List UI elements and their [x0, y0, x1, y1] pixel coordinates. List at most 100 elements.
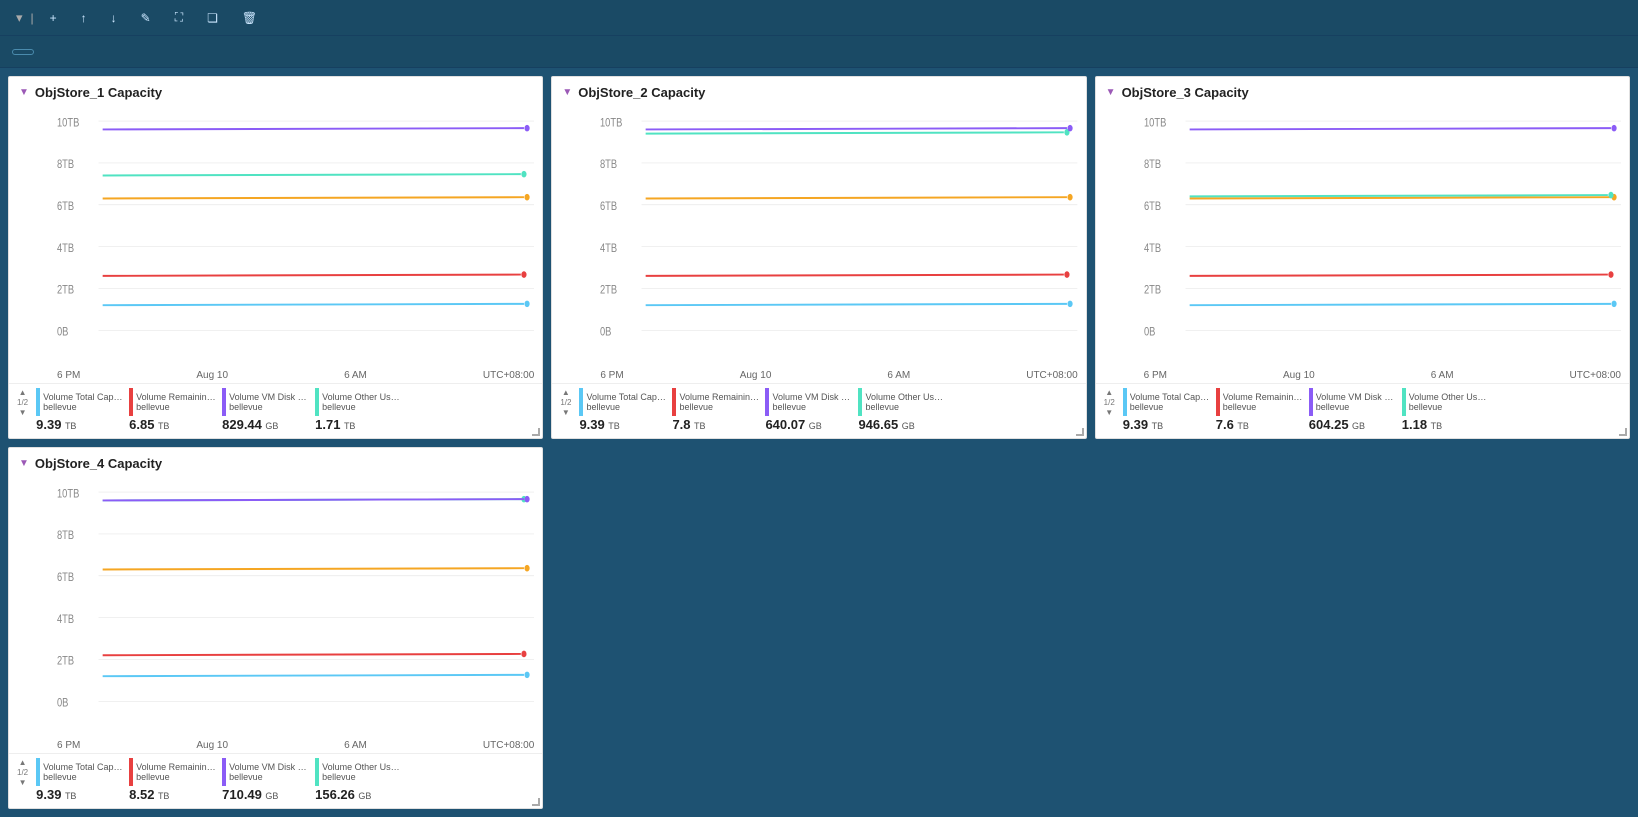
legend-nav: ▲1/2▼	[17, 388, 28, 417]
download-button[interactable]: ↓	[103, 7, 129, 29]
legend-value: 156.26 GB	[315, 787, 402, 802]
svg-text:8TB: 8TB	[600, 158, 617, 171]
svg-text:6TB: 6TB	[57, 571, 74, 584]
header: ▾ | + ↑ ↓ ✎ ⛶ ❏ 🗑	[0, 0, 1638, 36]
legend-up-arrow[interactable]: ▲	[19, 388, 27, 397]
svg-text:8TB: 8TB	[57, 158, 74, 171]
legend-item: Volume VM Disk Used ... bellevue 829.44 …	[222, 388, 309, 432]
fullscreen-button[interactable]: ⛶	[167, 6, 195, 29]
legend-label: Volume Total Capacit...	[586, 392, 666, 402]
legend-value: 9.39 TB	[579, 417, 666, 432]
chart-area: 10TB8TB6TB4TB2TB0B	[1096, 104, 1629, 370]
legend-nav: ▲1/2▼	[560, 388, 571, 417]
legend-color-bar	[765, 388, 769, 416]
legend-label: Volume Other Used Ca...	[865, 392, 945, 402]
dashboard-title: ▾	[12, 10, 23, 26]
legend-item: Volume Remaining Cap... bellevue 6.85 TB	[129, 388, 216, 432]
panel-title-row: ▼ObjStore_4 Capacity	[9, 448, 542, 475]
legend-item: Volume Other Used Ca... bellevue 1.18 TB	[1402, 388, 1489, 432]
legend-sublabel: bellevue	[229, 402, 309, 412]
legend-down-arrow[interactable]: ▼	[562, 408, 570, 417]
legend-sublabel: bellevue	[229, 772, 309, 782]
legend-up-arrow[interactable]: ▲	[19, 758, 27, 767]
resize-handle[interactable]	[1076, 428, 1084, 436]
legend-color-bar	[1309, 388, 1313, 416]
panel-title-text: ObjStore_3 Capacity	[1122, 85, 1249, 100]
legend-items: Volume Total Capacit... bellevue 9.39 TB…	[36, 388, 534, 432]
legend-color-bar	[315, 388, 319, 416]
time-badge[interactable]	[12, 49, 34, 55]
legend-down-arrow[interactable]: ▼	[19, 778, 27, 787]
svg-text:10TB: 10TB	[600, 116, 622, 129]
svg-text:4TB: 4TB	[57, 242, 74, 255]
edit-icon: ✎	[141, 11, 151, 25]
legend-value: 604.25 GB	[1309, 417, 1396, 432]
svg-text:10TB: 10TB	[57, 116, 79, 129]
legend-value: 7.6 TB	[1216, 417, 1303, 432]
legend-up-arrow[interactable]: ▲	[562, 388, 570, 397]
legend-value: 8.52 TB	[129, 787, 216, 802]
panel-panel3: ▼ObjStore_3 Capacity10TB8TB6TB4TB2TB0B6 …	[1095, 76, 1630, 439]
legend-nav: ▲1/2▼	[1104, 388, 1115, 417]
resize-handle[interactable]	[532, 798, 540, 806]
clone-button[interactable]: ❏	[199, 7, 230, 29]
svg-text:2TB: 2TB	[57, 654, 74, 667]
upload-button[interactable]: ↑	[73, 7, 99, 29]
filter-icon: ▼	[1106, 87, 1116, 98]
legend-value: 7.8 TB	[672, 417, 759, 432]
legend-down-arrow[interactable]: ▼	[1105, 408, 1113, 417]
svg-text:0B: 0B	[57, 696, 68, 709]
panel-panel4: ▼ObjStore_4 Capacity10TB8TB6TB4TB2TB0B6 …	[8, 447, 543, 810]
legend-label: Volume Other Used Ca...	[1409, 392, 1489, 402]
svg-text:2TB: 2TB	[1144, 284, 1161, 297]
filter-icon: ▼	[562, 87, 572, 98]
legend-color-bar	[1123, 388, 1127, 416]
download-icon: ↓	[111, 11, 117, 25]
legend-item: Volume Total Capacit... bellevue 9.39 TB	[1123, 388, 1210, 432]
edit-button[interactable]: ✎	[133, 7, 163, 29]
legend-color-bar	[1402, 388, 1406, 416]
legend-label: Volume Remaining Cap...	[679, 392, 759, 402]
legend-item: Volume Total Capacit... bellevue 9.39 TB	[36, 758, 123, 802]
legend-label: Volume Remaining Cap...	[136, 762, 216, 772]
legend-value: 710.49 GB	[222, 787, 309, 802]
svg-text:2TB: 2TB	[57, 284, 74, 297]
chart-svg: 10TB 8TB 6TB 4TB 2TB 0B	[57, 108, 534, 370]
legend-color-bar	[129, 758, 133, 786]
svg-text:6TB: 6TB	[57, 200, 74, 213]
legend-sublabel: bellevue	[679, 402, 759, 412]
panel-title-text: ObjStore_4 Capacity	[35, 456, 162, 471]
chart-svg: 10TB8TB6TB4TB2TB0B	[1144, 108, 1621, 370]
svg-text:6TB: 6TB	[600, 200, 617, 213]
legend-value: 9.39 TB	[1123, 417, 1210, 432]
panel-title-row: ▼ObjStore_1 Capacity	[9, 77, 542, 104]
resize-handle[interactable]	[532, 428, 540, 436]
legend-color-bar	[129, 388, 133, 416]
time-bar	[0, 36, 1638, 68]
chevron-down-icon[interactable]: ▾	[16, 10, 23, 26]
legend-down-arrow[interactable]: ▼	[19, 408, 27, 417]
legend-item: Volume Remaining Cap... bellevue 7.8 TB	[672, 388, 759, 432]
svg-text:0B: 0B	[1144, 326, 1155, 339]
legend-label: Volume VM Disk Used ...	[1316, 392, 1396, 402]
legend-value: 1.71 TB	[315, 417, 402, 432]
legend-up-arrow[interactable]: ▲	[1105, 388, 1113, 397]
delete-button[interactable]: 🗑	[234, 7, 269, 29]
new-dashboard-button[interactable]: +	[42, 7, 69, 29]
legend-item: Volume Remaining Cap... bellevue 8.52 TB	[129, 758, 216, 802]
resize-handle[interactable]	[1619, 428, 1627, 436]
legend-label: Volume VM Disk Used ...	[772, 392, 852, 402]
legend-sublabel: bellevue	[322, 772, 402, 782]
legend-sublabel: bellevue	[43, 402, 123, 412]
panel-title-text: ObjStore_1 Capacity	[35, 85, 162, 100]
legend-value: 946.65 GB	[858, 417, 945, 432]
legend-color-bar	[1216, 388, 1220, 416]
fullscreen-icon: ⛶	[175, 10, 183, 25]
legend-color-bar	[315, 758, 319, 786]
svg-text:0B: 0B	[600, 326, 611, 339]
svg-text:0B: 0B	[57, 326, 68, 339]
legend-item: Volume Other Used Ca... bellevue 1.71 TB	[315, 388, 402, 432]
legend-sublabel: bellevue	[136, 402, 216, 412]
chart-area: 10TB 8TB 6TB 4TB 2TB 0B	[9, 104, 542, 370]
legend-color-bar	[36, 758, 40, 786]
